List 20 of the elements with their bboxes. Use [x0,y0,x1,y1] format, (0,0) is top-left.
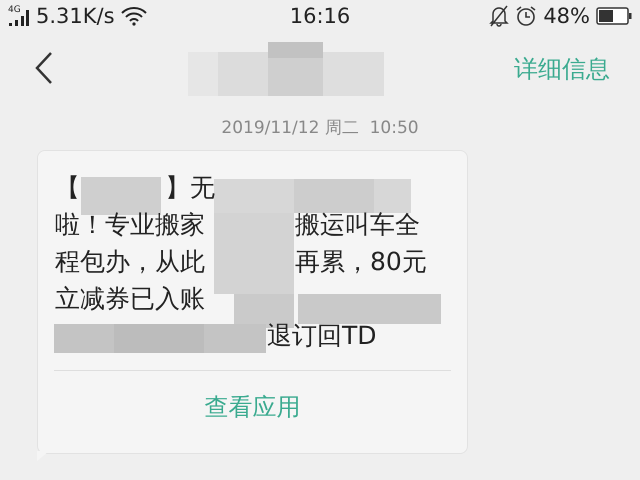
bell-off-icon [489,5,510,27]
details-link[interactable]: 详细信息 [514,49,610,89]
message-text: 搬运叫车全 [295,209,421,241]
battery-icon [596,7,632,25]
wifi-icon [120,6,147,26]
clock-time: 16:16 [290,4,350,28]
signal-icon [8,7,30,27]
message-text: 立减券已入账 [55,283,206,315]
battery-percent: 48% [543,4,590,28]
message-date: 2019/11/12 周二 10:50 [220,117,420,139]
message-text: 程包办，从此 [55,246,206,278]
message-text: 退订回TD [267,320,378,352]
network-label: 4G [8,5,21,15]
message-text: 再累，80元 [295,246,428,278]
message-text: 啦！专业搬家 [55,209,206,241]
network-speed: 5.31K/s [36,4,115,28]
message-text: 【 [55,172,81,204]
alarm-icon [515,5,538,27]
view-app-link[interactable]: 查看应用 [196,371,308,453]
message-text: 】无 [165,172,216,204]
